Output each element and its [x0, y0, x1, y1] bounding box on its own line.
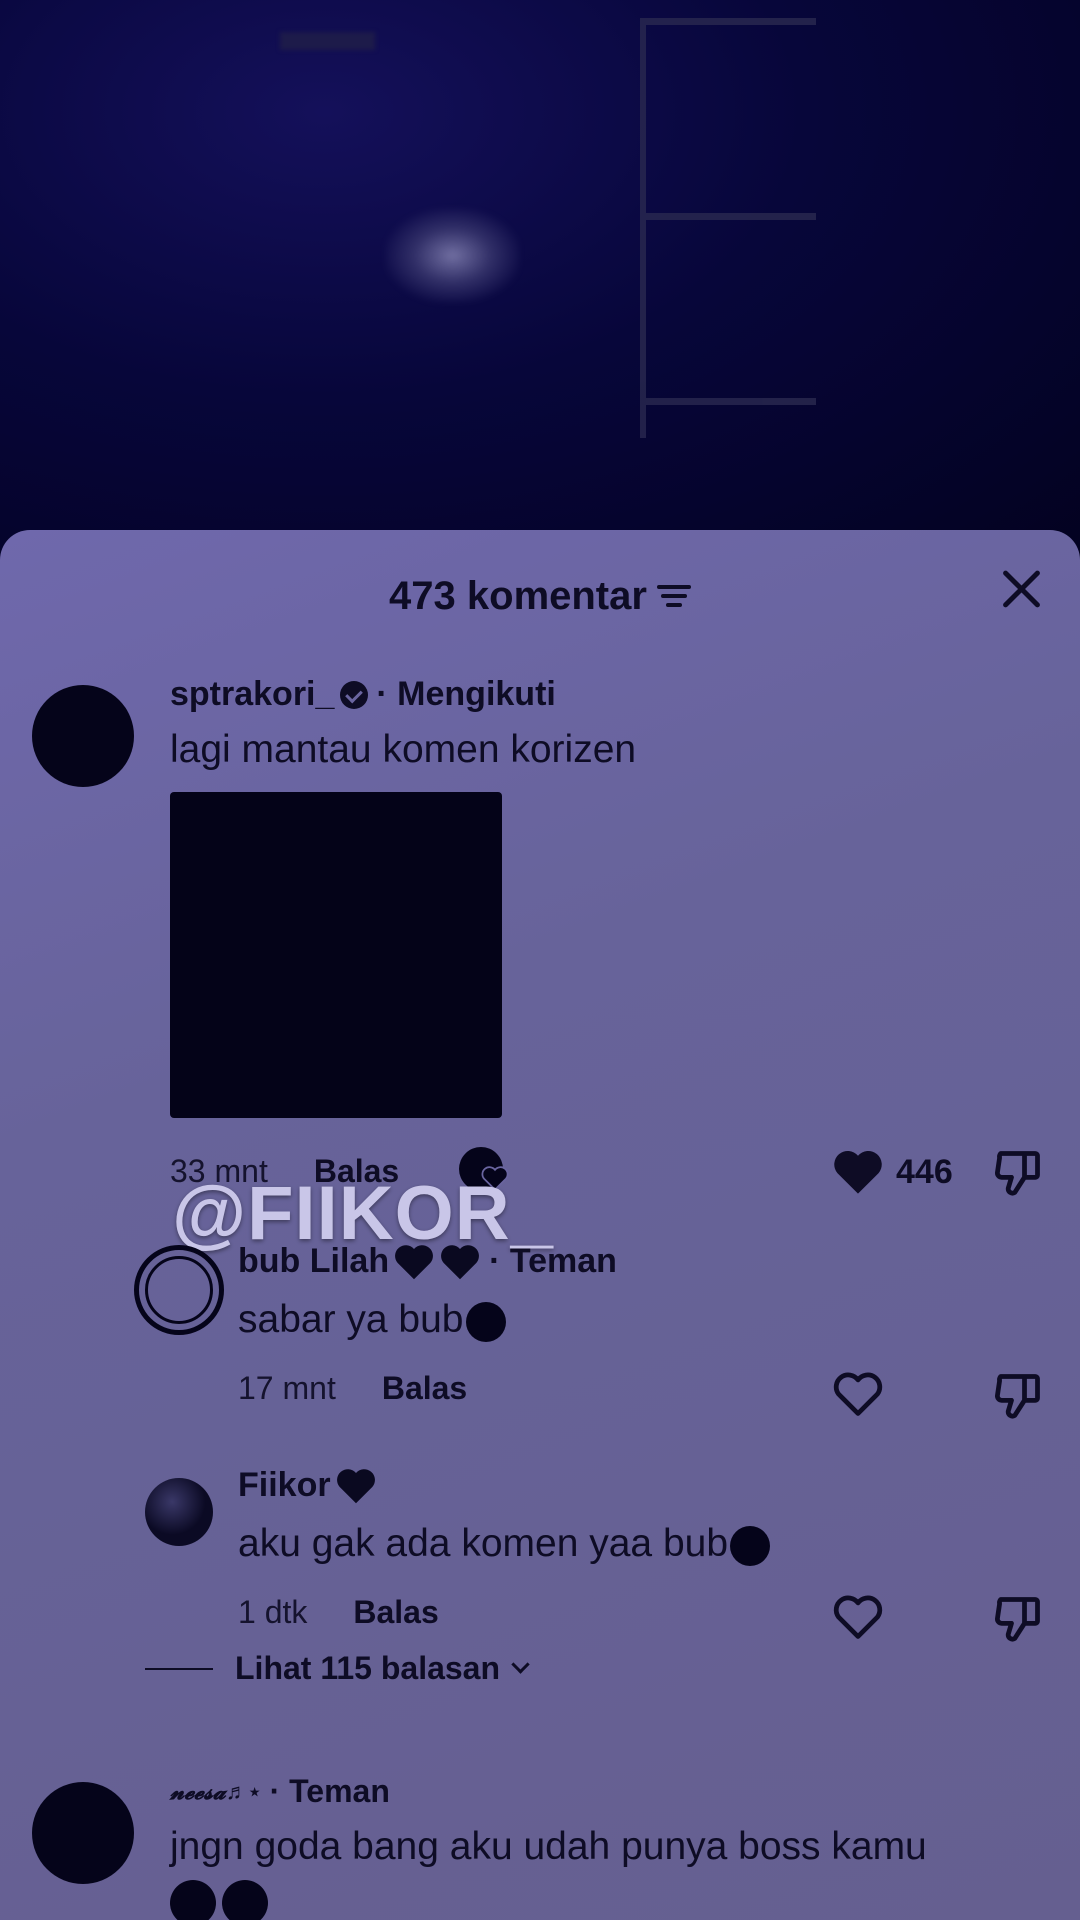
comment-image[interactable] — [170, 792, 502, 1118]
like-button[interactable] — [832, 1370, 884, 1418]
avatar[interactable] — [134, 1245, 224, 1335]
reply-header: Fiikor — [238, 1466, 377, 1505]
reply-text-content: sabar ya bub — [238, 1298, 464, 1341]
reply-text-content: aku gak ada komen yaa bub — [238, 1522, 729, 1565]
chevron-down-icon — [511, 1655, 530, 1674]
comments-sheet: 473 komentar sptrakori_ · Mengikuti lagi… — [0, 530, 1080, 1920]
heart-outline-icon — [833, 1372, 883, 1416]
wall-graffiti — [385, 208, 520, 303]
black-heart-icon — [395, 1244, 434, 1279]
reply-meta: 17 mnt Balas — [238, 1370, 467, 1407]
like-count: 446 — [896, 1152, 953, 1191]
dislike-icon[interactable] — [992, 1593, 1044, 1650]
username[interactable]: 𝓷𝓮𝓮𝓼𝓪♬⋆ — [170, 1779, 262, 1805]
close-icon[interactable] — [998, 566, 1044, 612]
avatar[interactable] — [32, 1782, 134, 1884]
view-replies-button[interactable]: Lihat 115 balasan — [145, 1650, 530, 1687]
verified-badge-icon — [340, 680, 369, 709]
relation-label: · Mengikuti — [376, 675, 556, 713]
sheet-header: 473 komentar — [0, 566, 1080, 626]
emoji-row — [170, 1880, 268, 1920]
dislike-icon[interactable] — [992, 1370, 1044, 1427]
reply-header: bub Lilah · Teman — [238, 1242, 617, 1281]
reply-text: aku gak ada komen yaa bub — [238, 1522, 771, 1566]
username[interactable]: Fiikor — [238, 1466, 331, 1505]
divider-line — [145, 1667, 213, 1670]
emoji-icon — [465, 1301, 506, 1342]
view-replies-label: Lihat 115 balasan — [235, 1650, 501, 1686]
comment-header: 𝓷𝓮𝓮𝓼𝓪♬⋆ · Teman — [170, 1773, 390, 1810]
dislike-icon[interactable] — [992, 1147, 1044, 1204]
heart-outline-icon — [833, 1595, 883, 1639]
video-background — [0, 0, 1080, 560]
reply-button[interactable]: Balas — [382, 1370, 467, 1407]
reply-time: 1 dtk — [238, 1594, 308, 1630]
comment-count-title: 473 komentar — [389, 573, 647, 618]
sort-filter-icon[interactable] — [656, 581, 691, 611]
relation-label: · Teman — [489, 1242, 617, 1280]
reply-text: sabar ya bub — [238, 1298, 506, 1342]
comment-header: sptrakori_ · Mengikuti — [170, 675, 556, 714]
ceiling-light — [280, 32, 375, 50]
black-heart-icon — [441, 1244, 480, 1279]
emoji-icon — [222, 1880, 268, 1920]
username[interactable]: bub Lilah — [238, 1242, 389, 1281]
like-button[interactable] — [832, 1593, 884, 1641]
black-heart-icon — [336, 1468, 375, 1503]
relation-label: · Teman — [269, 1773, 390, 1809]
metal-shelf — [640, 18, 816, 438]
avatar[interactable] — [145, 1478, 213, 1546]
like-button[interactable]: 446 — [832, 1148, 953, 1196]
username[interactable]: sptrakori_ — [170, 675, 334, 714]
avatar[interactable] — [32, 685, 134, 787]
emoji-icon — [170, 1880, 216, 1920]
heart-filled-icon — [834, 1150, 882, 1194]
reply-meta: 1 dtk Balas — [238, 1594, 439, 1631]
comment-text: jngn goda bang aku udah punya boss kamu — [170, 1825, 927, 1868]
reply-button[interactable]: Balas — [353, 1594, 438, 1631]
reply-time: 17 mnt — [238, 1370, 336, 1406]
comment-text: lagi mantau komen korizen — [170, 728, 637, 771]
emoji-icon — [730, 1525, 771, 1566]
